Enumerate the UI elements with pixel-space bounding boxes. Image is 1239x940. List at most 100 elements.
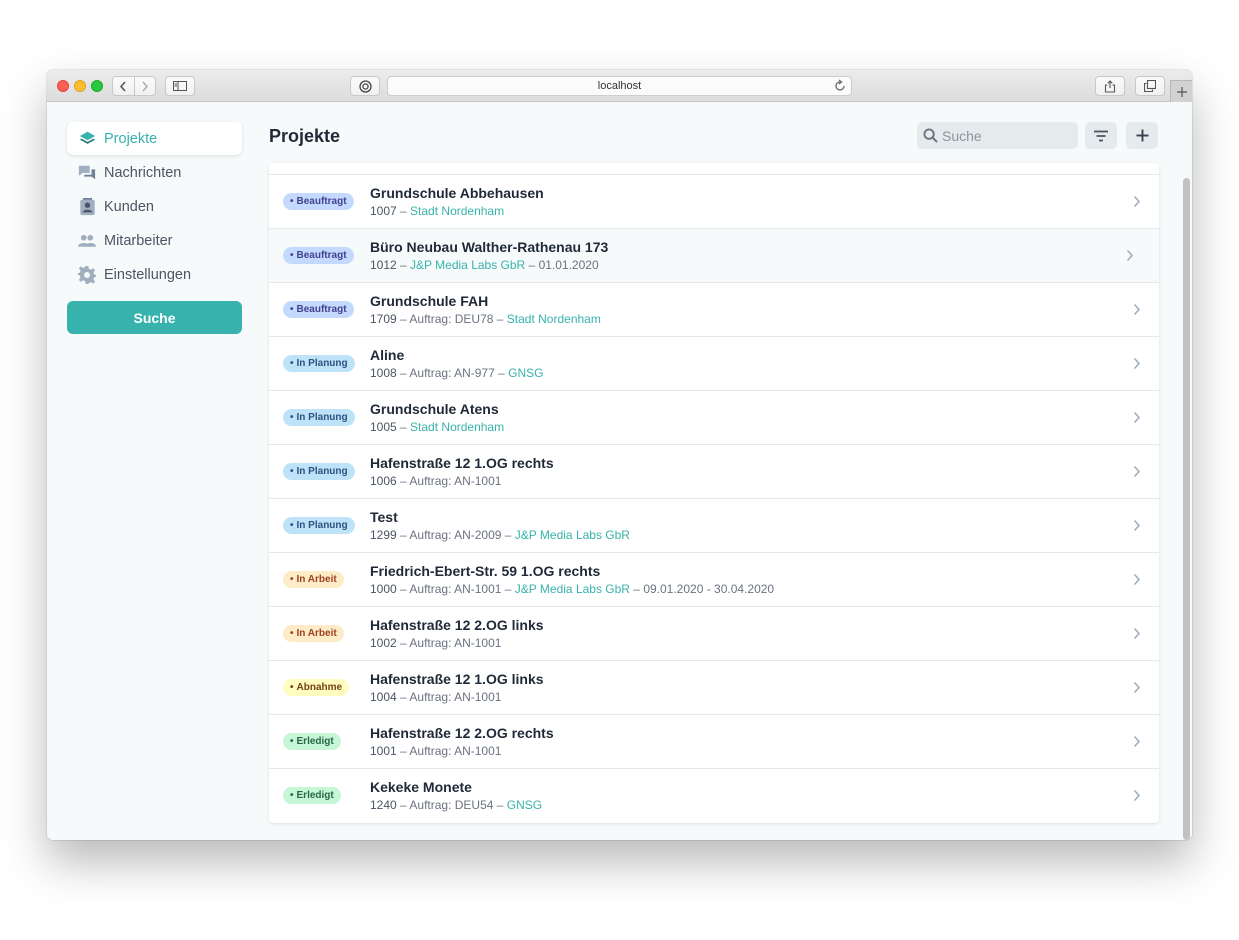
- gear-icon: [78, 265, 96, 284]
- status-dot-icon: •: [290, 304, 294, 315]
- customer-link[interactable]: GNSG: [508, 366, 543, 380]
- customer-link[interactable]: J&P Media Labs GbR: [410, 258, 525, 272]
- status-label: Beauftragt: [296, 250, 347, 261]
- address-bar[interactable]: localhost: [387, 76, 852, 96]
- project-meta: 1007 – Stadt Nordenham: [370, 204, 504, 218]
- project-title: Grundschule FAH: [370, 293, 489, 309]
- project-meta: 1000 – Auftrag: AN-1001 – J&P Media Labs…: [370, 582, 774, 596]
- reload-icon[interactable]: [833, 79, 847, 93]
- project-row[interactable]: • In Planung Grundschule Atens 1005 – Stadt…: [269, 391, 1159, 445]
- privacy-shield-icon: [358, 79, 372, 93]
- status-dot-icon: •: [290, 412, 294, 423]
- sidebar-item-label: Mitarbeiter: [104, 232, 173, 249]
- project-title: Test: [370, 509, 398, 525]
- project-number: 1001: [370, 744, 397, 758]
- search-box[interactable]: [917, 122, 1078, 149]
- sidebar-item-nachrichten[interactable]: Nachrichten: [67, 156, 242, 189]
- back-button[interactable]: [113, 77, 134, 95]
- customer-link[interactable]: Stadt Nordenham: [410, 204, 504, 218]
- sidebar-item-mitarbeiter[interactable]: Mitarbeiter: [67, 224, 242, 257]
- project-row[interactable]: • In Arbeit Hafenstraße 12 2.OG links 1002 …: [269, 607, 1159, 661]
- history-nav: [112, 76, 156, 96]
- status-dot-icon: •: [290, 466, 294, 477]
- status-badge: • Beauftragt: [283, 301, 354, 318]
- forward-button[interactable]: [133, 77, 156, 95]
- chevron-right-icon: [1133, 681, 1141, 694]
- tabs-icon: [1144, 80, 1156, 92]
- search-button[interactable]: Suche: [67, 301, 242, 334]
- status-dot-icon: •: [290, 628, 294, 639]
- status-dot-icon: •: [290, 574, 294, 585]
- meta-separator: –: [396, 744, 410, 758]
- sidebar-item-kunden[interactable]: Kunden: [67, 190, 242, 223]
- sidebar-toggle-button[interactable]: [165, 76, 195, 96]
- project-row[interactable]: • In Planung Aline 1008 – Auftrag: AN-977 –…: [269, 337, 1159, 391]
- status-badge: • In Arbeit: [283, 625, 344, 642]
- project-row[interactable]: • Beauftragt Grundschule FAH 1709 – Auftrag…: [269, 283, 1159, 337]
- project-number: 1299: [370, 528, 397, 542]
- status-badge: • Erledigt: [283, 733, 341, 750]
- project-title: Kekeke Monete: [370, 779, 472, 795]
- status-badge: • In Planung: [283, 517, 355, 534]
- project-number: 1240: [370, 798, 397, 812]
- chevron-right-icon: [1133, 627, 1141, 640]
- search-input[interactable]: [942, 127, 1072, 144]
- meta-text: 01.01.2020: [538, 258, 599, 272]
- status-badge: • In Arbeit: [283, 571, 344, 588]
- status-dot-icon: •: [290, 736, 294, 747]
- close-window-button[interactable]: [57, 80, 69, 92]
- filter-button[interactable]: [1085, 122, 1117, 149]
- share-button[interactable]: [1095, 76, 1125, 96]
- project-title: Aline: [370, 347, 405, 363]
- project-title: Hafenstraße 12 1.OG rechts: [370, 455, 554, 471]
- scrollbar[interactable]: [1183, 178, 1190, 840]
- privacy-report-button[interactable]: [350, 76, 380, 96]
- sidebar-item-einstellungen[interactable]: Einstellungen: [67, 258, 242, 291]
- tabs-overview-button[interactable]: [1135, 76, 1165, 96]
- chevron-right-icon: [1133, 573, 1141, 586]
- project-title: Hafenstraße 12 2.OG links: [370, 617, 544, 633]
- customer-link[interactable]: J&P Media Labs GbR: [515, 582, 630, 596]
- browser-toolbar: localhost: [47, 70, 1192, 102]
- project-title: Hafenstraße 12 2.OG rechts: [370, 725, 554, 741]
- status-label: Beauftragt: [296, 196, 347, 207]
- status-label: In Arbeit: [296, 628, 337, 639]
- status-badge: • In Planung: [283, 409, 355, 426]
- project-row[interactable]: • Abnahme Hafenstraße 12 1.OG links 1004 – …: [269, 661, 1159, 715]
- project-title: Friedrich-Ebert-Str. 59 1.OG rechts: [370, 563, 601, 579]
- new-tab-button[interactable]: [1170, 80, 1192, 102]
- main-content: Projekte •BeauftragtGrundschule Abbehaus…: [269, 122, 1159, 823]
- chevron-right-icon: [1133, 465, 1141, 478]
- project-row[interactable]: • In Planung Test 1299 – Auftrag: AN-2009 –…: [269, 499, 1159, 553]
- customer-link[interactable]: Stadt Nordenham: [410, 420, 504, 434]
- project-row[interactable]: • In Arbeit Friedrich-Ebert-Str. 59 1.OG r…: [269, 553, 1159, 607]
- meta-separator: –: [396, 690, 410, 704]
- add-project-button[interactable]: [1126, 122, 1158, 149]
- project-row[interactable]: • Beauftragt Grundschule Abbehausen 1007 – …: [269, 175, 1159, 229]
- customer-link[interactable]: Stadt Nordenham: [507, 312, 601, 326]
- project-row[interactable]: • Erledigt Kekeke Monete 1240 – Auftrag: DE…: [269, 769, 1159, 823]
- zoom-window-button[interactable]: [91, 80, 103, 92]
- meta-separator: –: [396, 366, 410, 380]
- sidebar-item-projekte[interactable]: Projekte: [67, 122, 242, 155]
- meta-text: Auftrag: AN-1001: [409, 744, 502, 758]
- project-row[interactable]: • Beauftragt Büro Neubau Walther-Rathenau …: [269, 229, 1159, 283]
- meta-text: Auftrag: DEU78: [409, 312, 494, 326]
- status-label: Erledigt: [296, 736, 334, 747]
- project-row[interactable]: • Erledigt Hafenstraße 12 2.OG rechts 1001 …: [269, 715, 1159, 769]
- project-meta: 1001 – Auftrag: AN-1001: [370, 744, 501, 758]
- project-row[interactable]: • In Planung Hafenstraße 12 1.OG rechts 100…: [269, 445, 1159, 499]
- meta-separator: –: [525, 258, 539, 272]
- customer-link[interactable]: J&P Media Labs GbR: [515, 528, 630, 542]
- project-title: Grundschule Abbehausen: [370, 185, 544, 201]
- customer-link[interactable]: GNSG: [507, 798, 542, 812]
- sidebar-item-label: Projekte: [104, 130, 158, 147]
- minimize-window-button[interactable]: [74, 80, 86, 92]
- search-icon: [923, 128, 938, 143]
- project-meta: 1006 – Auftrag: AN-1001: [370, 474, 501, 488]
- project-number: 1012: [370, 258, 397, 272]
- status-label: In Planung: [296, 358, 348, 369]
- chevron-right-icon: [1133, 195, 1141, 208]
- project-number: 1007: [370, 204, 397, 218]
- meta-separator: –: [494, 366, 509, 380]
